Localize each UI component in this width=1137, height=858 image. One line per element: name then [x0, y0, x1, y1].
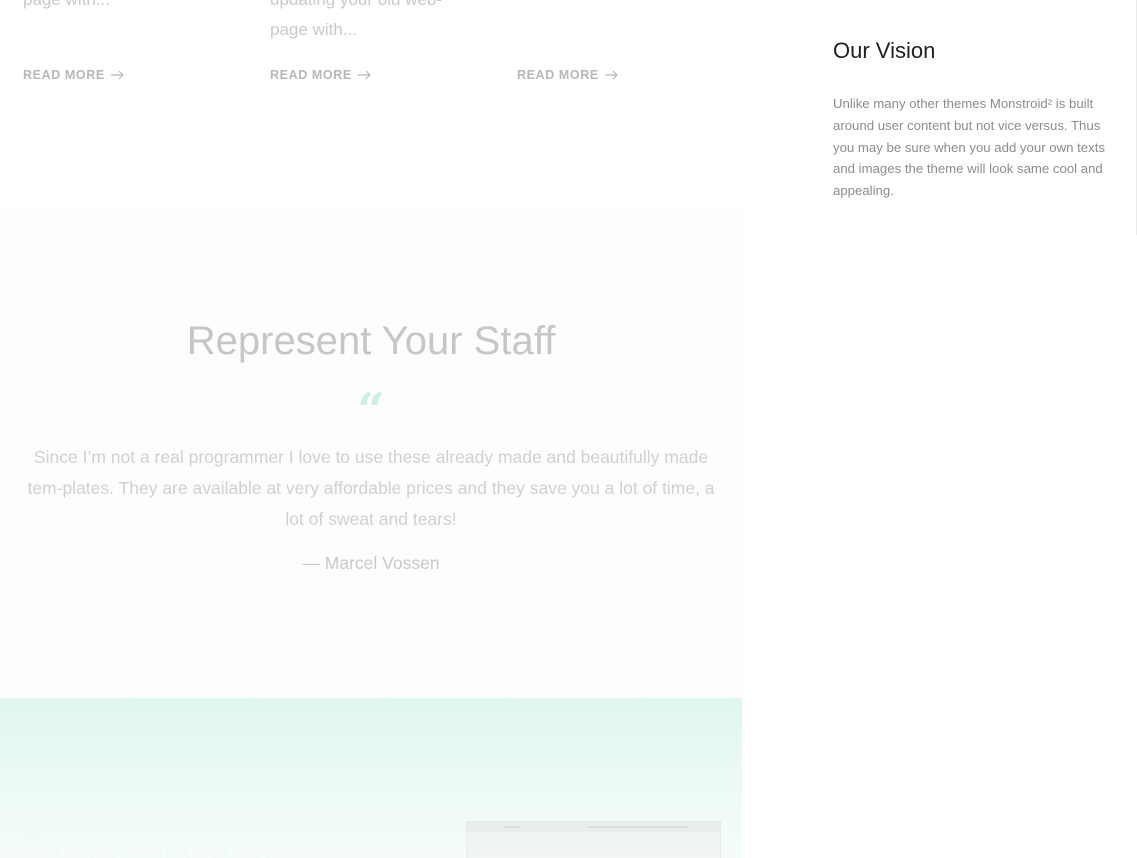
read-more-link-2[interactable]: READ MORE — [270, 68, 371, 82]
vision-title: Our Vision — [833, 38, 936, 63]
read-more-label: READ MORE — [517, 68, 599, 82]
testimonial-quote: Since I’m not a real programmer I love t… — [27, 447, 715, 529]
quote-open-icon: “ — [357, 383, 385, 439]
arrow-right-icon — [357, 70, 371, 80]
screenshot-nav-mark — [587, 826, 687, 828]
post-excerpt-2-line-1: updating your old web- — [270, 0, 442, 15]
sidebar: Our Vision Unlike many other themes Mons… — [742, 0, 1137, 858]
posts-grid: page with... updating your old web- page… — [0, 0, 742, 209]
section-title: Represent Your Staff — [186, 319, 556, 363]
post-excerpt-2-line-2: page with... — [270, 20, 357, 39]
testimonial-section: Represent Your Staff “ Since I’m not a r… — [0, 209, 742, 699]
read-more-link-3[interactable]: READ MORE — [517, 68, 618, 82]
read-more-link-1[interactable]: READ MORE — [23, 68, 124, 82]
arrow-right-icon — [110, 70, 124, 80]
testimonial-author: — Marcel Vossen — [302, 553, 440, 573]
post-excerpt-1: page with... — [23, 0, 110, 15]
vision-text: Unlike many other themes Monstroid² is b… — [833, 96, 1105, 199]
promo-title: Did you find any... — [22, 830, 292, 858]
read-more-label: READ MORE — [270, 68, 352, 82]
arrow-right-icon — [604, 70, 618, 80]
read-more-label: READ MORE — [23, 68, 105, 82]
promo-section: Did you find any... — [0, 698, 742, 858]
main-content: page with... updating your old web- page… — [0, 0, 742, 858]
screenshot-logo-mark — [503, 826, 521, 828]
promo-screenshot-image — [466, 821, 721, 858]
